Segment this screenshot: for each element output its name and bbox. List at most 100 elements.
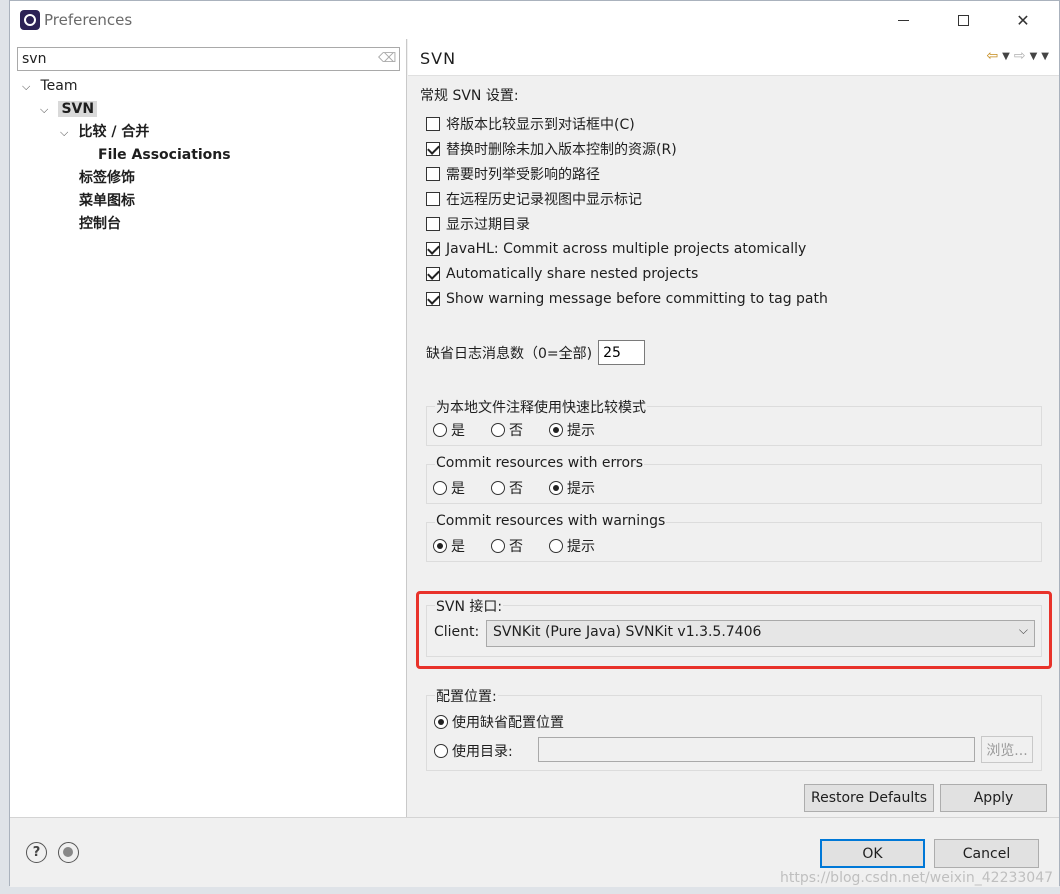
checkbox-row[interactable]: 需要时列举受影响的路径 <box>426 163 600 185</box>
config-directory-input[interactable] <box>538 737 975 762</box>
checkbox-row[interactable]: Automatically share nested projects <box>426 263 698 285</box>
page-title: SVN <box>420 49 457 68</box>
radio-button[interactable] <box>433 481 447 495</box>
tree-item-menu-icons[interactable]: 菜单图标 <box>79 190 135 212</box>
ok-button[interactable]: OK <box>820 839 925 868</box>
back-icon[interactable]: ⇦ <box>986 48 998 64</box>
svn-settings-page: SVN ⇦ ▼ ⇨ ▼ ▼ 常规 SVN 设置: 将版本比较显示到对话框中(C)… <box>408 39 1059 817</box>
checkbox-row[interactable]: JavaHL: Commit across multiple projects … <box>426 238 806 260</box>
show-compare-dialog-checkbox[interactable] <box>426 117 440 131</box>
radio-options: 是 否 提示 <box>433 536 617 556</box>
close-icon: ✕ <box>1016 10 1030 30</box>
group-legend: 配置位置: <box>435 686 498 706</box>
record-macro-icon[interactable] <box>58 842 79 863</box>
checkbox-label: 替换时删除未加入版本控制的资源(R) <box>446 142 677 158</box>
commit-errors-group: Commit resources with errors 是 否 提示 <box>426 455 1042 504</box>
close-button[interactable]: ✕ <box>1000 1 1046 39</box>
radio-button[interactable] <box>433 539 447 553</box>
browse-button[interactable]: 浏览... <box>981 736 1033 763</box>
radio-button[interactable] <box>433 423 447 437</box>
checkbox-row[interactable]: 显示过期目录 <box>426 213 530 235</box>
radio-button[interactable] <box>434 715 448 729</box>
radio-label: 是 <box>451 539 465 555</box>
radio-option-yes[interactable]: 是 <box>433 536 465 556</box>
tree-item-file-associations[interactable]: File Associations <box>98 144 231 166</box>
page-navigation: ⇦ ▼ ⇨ ▼ ▼ <box>986 48 1049 64</box>
watermark: https://blog.csdn.net/weixin_42233047 <box>780 870 1054 886</box>
checkbox-row[interactable]: 将版本比较显示到对话框中(C) <box>426 113 635 135</box>
log-messages-input[interactable] <box>598 340 646 365</box>
radio-label: 提示 <box>567 423 595 439</box>
log-messages-row: 缺省日志消息数（0=全部) <box>426 340 646 365</box>
radio-button[interactable] <box>491 423 505 437</box>
client-label: Client: <box>434 624 480 640</box>
checkbox-row[interactable]: Show warning message before committing t… <box>426 288 828 310</box>
checkbox-label: 在远程历史记录视图中显示标记 <box>446 192 642 208</box>
clear-filter-icon[interactable]: ⌫ <box>378 51 396 66</box>
help-icon[interactable]: ? <box>26 842 47 863</box>
tag-path-warning-checkbox[interactable] <box>426 292 440 306</box>
tree-item-svn[interactable]: ⌵ SVN <box>40 98 98 121</box>
forward-menu-icon[interactable]: ▼ <box>1030 51 1038 62</box>
radio-button[interactable] <box>549 539 563 553</box>
radio-label: 是 <box>451 423 465 439</box>
page-header: SVN ⇦ ▼ ⇨ ▼ ▼ <box>408 39 1059 76</box>
filter-input[interactable] <box>17 47 400 71</box>
chevron-down-icon: ⌵ <box>1018 623 1028 637</box>
radio-option-prompt[interactable]: 提示 <box>549 478 595 498</box>
window-title: Preferences <box>44 11 133 29</box>
tree-item-label: SVN <box>58 101 98 117</box>
chevron-down-icon[interactable]: ⌵ <box>22 76 36 98</box>
tree-item-console[interactable]: 控制台 <box>79 213 121 235</box>
commit-warnings-group: Commit resources with warnings 是 否 提示 <box>426 513 1042 562</box>
share-nested-projects-checkbox[interactable] <box>426 267 440 281</box>
client-select-value: SVNKit (Pure Java) SVNKit v1.3.5.7406 <box>493 624 762 640</box>
use-default-config-option[interactable]: 使用缺省配置位置 <box>434 712 564 732</box>
log-messages-label: 缺省日志消息数（0=全部) <box>426 345 593 362</box>
preferences-window: Preferences ✕ ⌫ ⌵ Team ⌵ SVN ⌵ 比较 / 合并 F… <box>9 0 1060 887</box>
radio-option-prompt[interactable]: 提示 <box>549 536 595 556</box>
list-affected-paths-checkbox[interactable] <box>426 167 440 181</box>
javahl-atomic-commit-checkbox[interactable] <box>426 242 440 256</box>
checkbox-label: JavaHL: Commit across multiple projects … <box>446 241 807 257</box>
checkbox-label: Automatically share nested projects <box>446 266 699 282</box>
radio-option-no[interactable]: 否 <box>491 420 523 440</box>
radio-option-yes[interactable]: 是 <box>433 478 465 498</box>
checkbox-row[interactable]: 替换时删除未加入版本控制的资源(R) <box>426 138 677 160</box>
checkbox-label: 显示过期目录 <box>446 217 530 233</box>
view-menu-icon[interactable]: ▼ <box>1041 51 1049 62</box>
radio-button[interactable] <box>549 481 563 495</box>
radio-button[interactable] <box>491 481 505 495</box>
minimize-button[interactable] <box>880 1 926 39</box>
tree-item-team[interactable]: ⌵ Team <box>22 75 77 97</box>
tree-item-label-decorations[interactable]: 标签修饰 <box>79 167 135 189</box>
show-outdated-folders-checkbox[interactable] <box>426 217 440 231</box>
radio-label: 否 <box>509 539 523 555</box>
show-tags-history-checkbox[interactable] <box>426 192 440 206</box>
tree-item-compare-merge[interactable]: ⌵ 比较 / 合并 <box>60 121 149 143</box>
maximize-button[interactable] <box>940 1 986 39</box>
radio-option-no[interactable]: 否 <box>491 478 523 498</box>
forward-icon[interactable]: ⇨ <box>1014 48 1026 64</box>
client-select[interactable]: SVNKit (Pure Java) SVNKit v1.3.5.7406 ⌵ <box>486 620 1035 647</box>
radio-button[interactable] <box>491 539 505 553</box>
group-legend: Commit resources with errors <box>435 455 645 471</box>
dialog-footer: ? OK Cancel https://blog.csdn.net/weixin… <box>10 817 1059 887</box>
restore-defaults-button[interactable]: Restore Defaults <box>804 784 934 812</box>
radio-option-yes[interactable]: 是 <box>433 420 465 440</box>
dialog-body: ⌫ ⌵ Team ⌵ SVN ⌵ 比较 / 合并 File Associatio… <box>10 39 1059 817</box>
radio-option-prompt[interactable]: 提示 <box>549 420 595 440</box>
radio-option-no[interactable]: 否 <box>491 536 523 556</box>
radio-button[interactable] <box>434 744 448 758</box>
chevron-down-icon[interactable]: ⌵ <box>60 122 74 144</box>
apply-button[interactable]: Apply <box>940 784 1047 812</box>
radio-label: 否 <box>509 481 523 497</box>
radio-label: 是 <box>451 481 465 497</box>
cancel-button[interactable]: Cancel <box>934 839 1039 868</box>
delete-unversioned-checkbox[interactable] <box>426 142 440 156</box>
checkbox-row[interactable]: 在远程历史记录视图中显示标记 <box>426 188 642 210</box>
chevron-down-icon[interactable]: ⌵ <box>40 99 54 121</box>
radio-button[interactable] <box>549 423 563 437</box>
back-menu-icon[interactable]: ▼ <box>1002 51 1010 62</box>
use-directory-option[interactable]: 使用目录: <box>434 741 513 761</box>
